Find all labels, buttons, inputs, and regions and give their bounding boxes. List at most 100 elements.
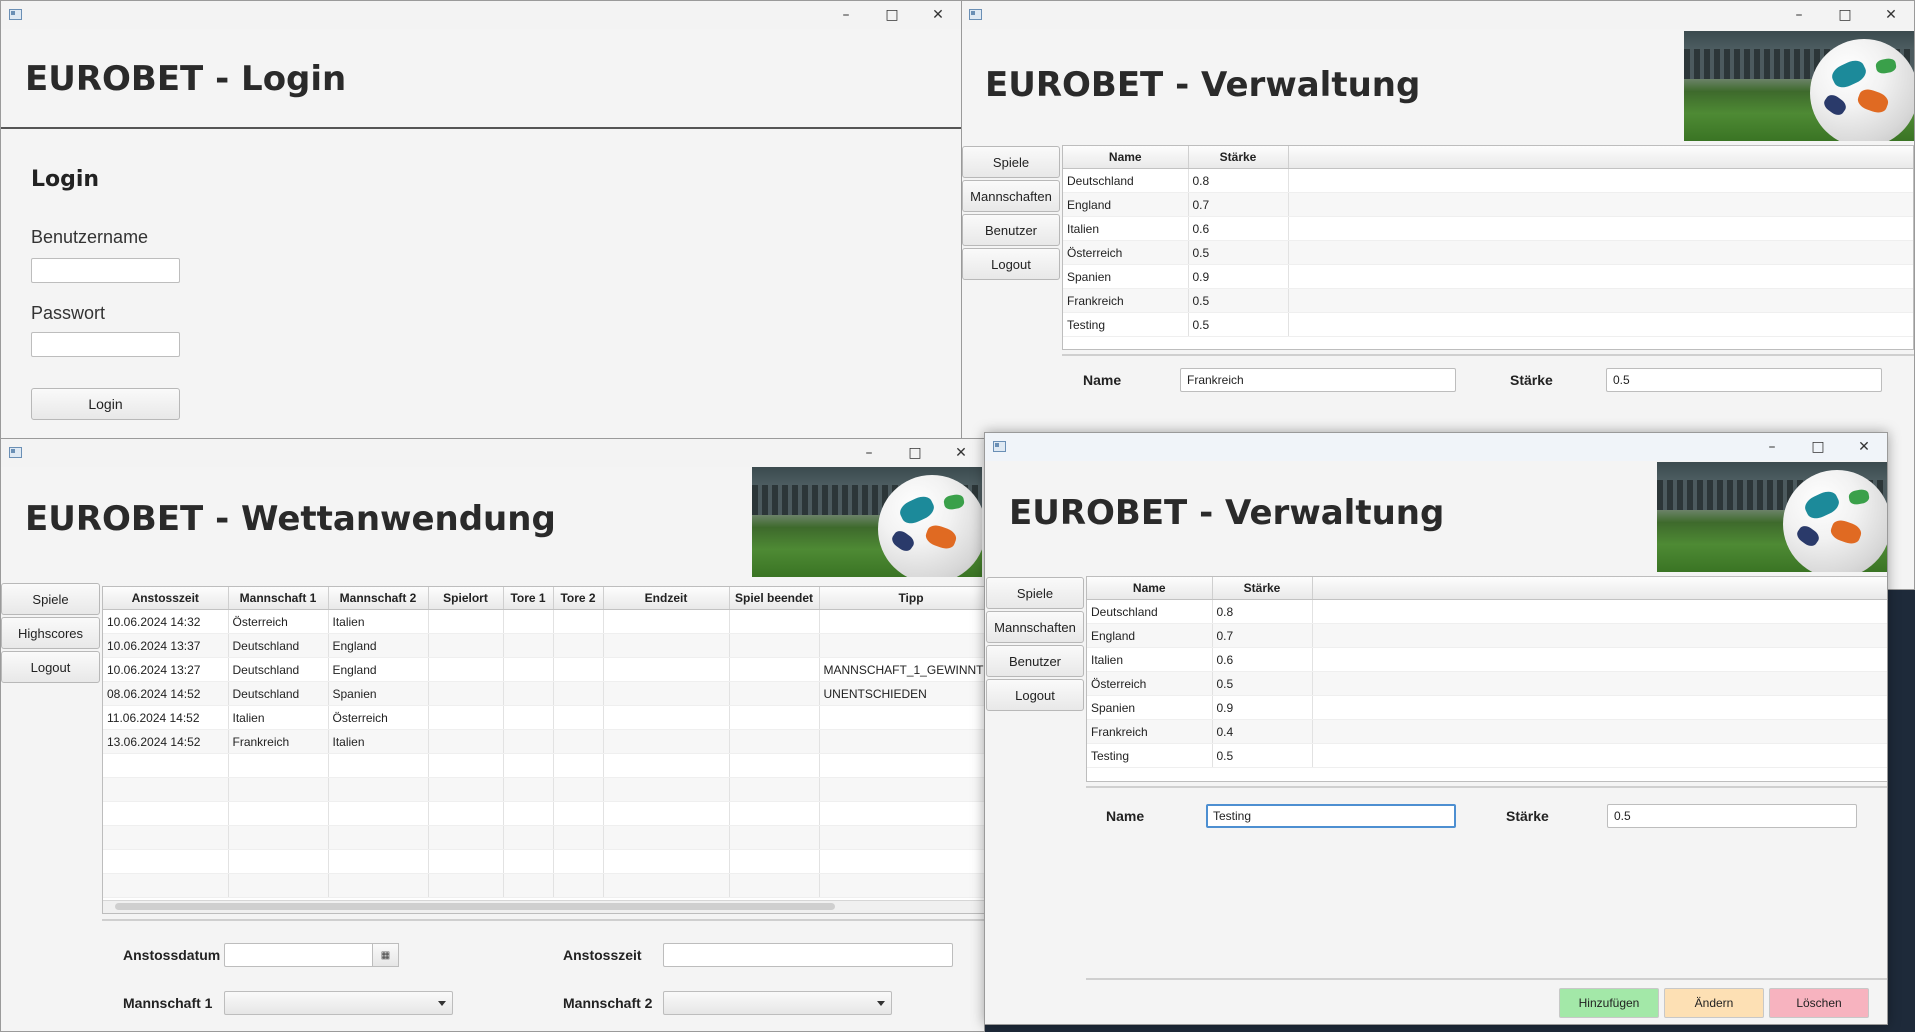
kickoff-time-input[interactable]: [663, 943, 953, 967]
horizontal-scrollbar[interactable]: [103, 900, 984, 913]
close-icon[interactable]: ✕: [1868, 1, 1914, 29]
cell: 10.06.2024 13:37: [103, 633, 229, 658]
table-row[interactable]: Frankreich 0.5: [1063, 288, 1913, 313]
table-row[interactable]: Deutschland 0.8: [1063, 168, 1913, 193]
nav-mannschaften-button[interactable]: Mannschaften: [962, 180, 1060, 212]
maximize-icon[interactable]: □: [869, 1, 915, 29]
team1-select[interactable]: [224, 991, 453, 1015]
table-row[interactable]: Testing 0.5: [1087, 743, 1887, 768]
column-header[interactable]: Mannschaft 2: [328, 587, 429, 610]
scrollbar-thumb[interactable]: [115, 903, 835, 910]
login-window: – □ ✕ EUROBET - Login Login Benutzername…: [0, 0, 962, 440]
add-button[interactable]: Hinzufügen: [1559, 988, 1659, 1018]
cell-strength: 0.6: [1212, 647, 1313, 672]
table-row[interactable]: England 0.7: [1087, 623, 1887, 648]
nav-spiele-button[interactable]: Spiele: [962, 146, 1060, 178]
close-icon[interactable]: ✕: [938, 439, 984, 467]
column-header[interactable]: Name: [1087, 577, 1213, 600]
table-row[interactable]: Testing 0.5: [1063, 312, 1913, 337]
cell-name: Österreich: [1087, 671, 1213, 696]
table-row[interactable]: 10.06.2024 14:32 Österreich Italien: [103, 609, 984, 634]
minimize-icon[interactable]: –: [1749, 433, 1795, 461]
table-row[interactable]: Österreich 0.5: [1063, 240, 1913, 265]
cell: [503, 657, 554, 682]
nav-highscores-button[interactable]: Highscores: [1, 617, 100, 649]
strength-input[interactable]: 0.5: [1606, 368, 1882, 392]
calendar-icon[interactable]: ▦: [372, 943, 399, 967]
table-row-empty: [103, 801, 984, 826]
nav-logout-button[interactable]: Logout: [962, 248, 1060, 280]
cell: 08.06.2024 14:52: [103, 681, 229, 706]
table-row[interactable]: Italien 0.6: [1063, 216, 1913, 241]
teams-table: Name Stärke Deutschland 0.8 England 0.7 It…: [1063, 146, 1913, 337]
bet-window: – □ ✕ EUROBET - Wettanwendung Spiele Hig…: [0, 438, 985, 1032]
team2-select[interactable]: [663, 991, 892, 1015]
kickoff-date-input[interactable]: [224, 943, 374, 967]
minimize-icon[interactable]: –: [846, 439, 892, 467]
table-row[interactable]: Deutschland 0.8: [1087, 599, 1887, 624]
cell: [603, 609, 730, 634]
delete-button[interactable]: Löschen: [1769, 988, 1869, 1018]
table-row[interactable]: Spanien 0.9: [1087, 695, 1887, 720]
table-row[interactable]: Frankreich 0.4: [1087, 719, 1887, 744]
section-title: Login: [31, 167, 100, 192]
strength-input[interactable]: 0.5: [1607, 804, 1857, 828]
close-icon[interactable]: ✕: [1841, 433, 1887, 461]
nav-benutzer-button[interactable]: Benutzer: [986, 645, 1084, 677]
column-header-filler: [1312, 577, 1887, 600]
column-header[interactable]: Spiel beendet: [729, 587, 820, 610]
table-row[interactable]: 10.06.2024 13:37 Deutschland England: [103, 633, 984, 658]
column-header[interactable]: Anstosszeit: [103, 587, 229, 610]
table-row[interactable]: England 0.7: [1063, 192, 1913, 217]
nav-logout-button[interactable]: Logout: [986, 679, 1084, 711]
cell-strength: 0.6: [1188, 216, 1289, 241]
column-header[interactable]: Stärke: [1188, 146, 1289, 169]
edit-button[interactable]: Ändern: [1664, 988, 1764, 1018]
column-header[interactable]: Stärke: [1212, 577, 1313, 600]
cell: [553, 729, 604, 754]
nav-spiele-button[interactable]: Spiele: [1, 583, 100, 615]
column-header[interactable]: Tipp: [819, 587, 984, 610]
name-input[interactable]: Testing: [1206, 804, 1456, 828]
page-title: EUROBET - Wettanwendung: [25, 499, 556, 539]
column-header[interactable]: Spielort: [428, 587, 504, 610]
maximize-icon[interactable]: □: [1822, 1, 1868, 29]
minimize-icon[interactable]: –: [823, 1, 869, 29]
table-row[interactable]: Spanien 0.9: [1063, 264, 1913, 289]
column-header[interactable]: Endzeit: [603, 587, 730, 610]
nav-spiele-button[interactable]: Spiele: [986, 577, 1084, 609]
cell: [503, 681, 554, 706]
maximize-icon[interactable]: □: [1795, 433, 1841, 461]
cell: [729, 609, 820, 634]
nav-benutzer-button[interactable]: Benutzer: [962, 214, 1060, 246]
nav-mannschaften-button[interactable]: Mannschaften: [986, 611, 1084, 643]
cell: 10.06.2024 13:27: [103, 657, 229, 682]
login-button[interactable]: Login: [31, 388, 180, 420]
page-title: EUROBET - Verwaltung: [1009, 493, 1445, 533]
cell-name: Österreich: [1063, 240, 1189, 265]
password-input[interactable]: [31, 332, 180, 357]
table-row[interactable]: 11.06.2024 14:52 Italien Österreich: [103, 705, 984, 730]
username-input[interactable]: [31, 258, 180, 283]
table-row[interactable]: 10.06.2024 13:27 Deutschland England MANNSC…: [103, 657, 984, 682]
cell-strength: 0.5: [1188, 240, 1289, 265]
column-header[interactable]: Mannschaft 1: [228, 587, 329, 610]
app-window-icon: [9, 447, 22, 458]
column-header[interactable]: Name: [1063, 146, 1189, 169]
table-row[interactable]: 08.06.2024 14:52 Deutschland Spanien UNENTS…: [103, 681, 984, 706]
name-input[interactable]: Frankreich: [1180, 368, 1456, 392]
nav-logout-button[interactable]: Logout: [1, 651, 100, 683]
table-row-empty: [103, 777, 984, 802]
minimize-icon[interactable]: –: [1776, 1, 1822, 29]
table-row[interactable]: Italien 0.6: [1087, 647, 1887, 672]
close-icon[interactable]: ✕: [915, 1, 961, 29]
title-bar: – □ ✕: [961, 1, 1914, 29]
cell: [428, 657, 504, 682]
table-row[interactable]: 13.06.2024 14:52 Frankreich Italien: [103, 729, 984, 754]
kickoff-time-label: Anstosszeit: [563, 947, 642, 963]
maximize-icon[interactable]: □: [892, 439, 938, 467]
table-row[interactable]: Österreich 0.5: [1087, 671, 1887, 696]
column-header[interactable]: Tore 1: [503, 587, 554, 610]
column-header[interactable]: Tore 2: [553, 587, 604, 610]
game-form: Anstossdatum ▦ Anstosszeit Mannschaft 1 …: [102, 919, 984, 1031]
